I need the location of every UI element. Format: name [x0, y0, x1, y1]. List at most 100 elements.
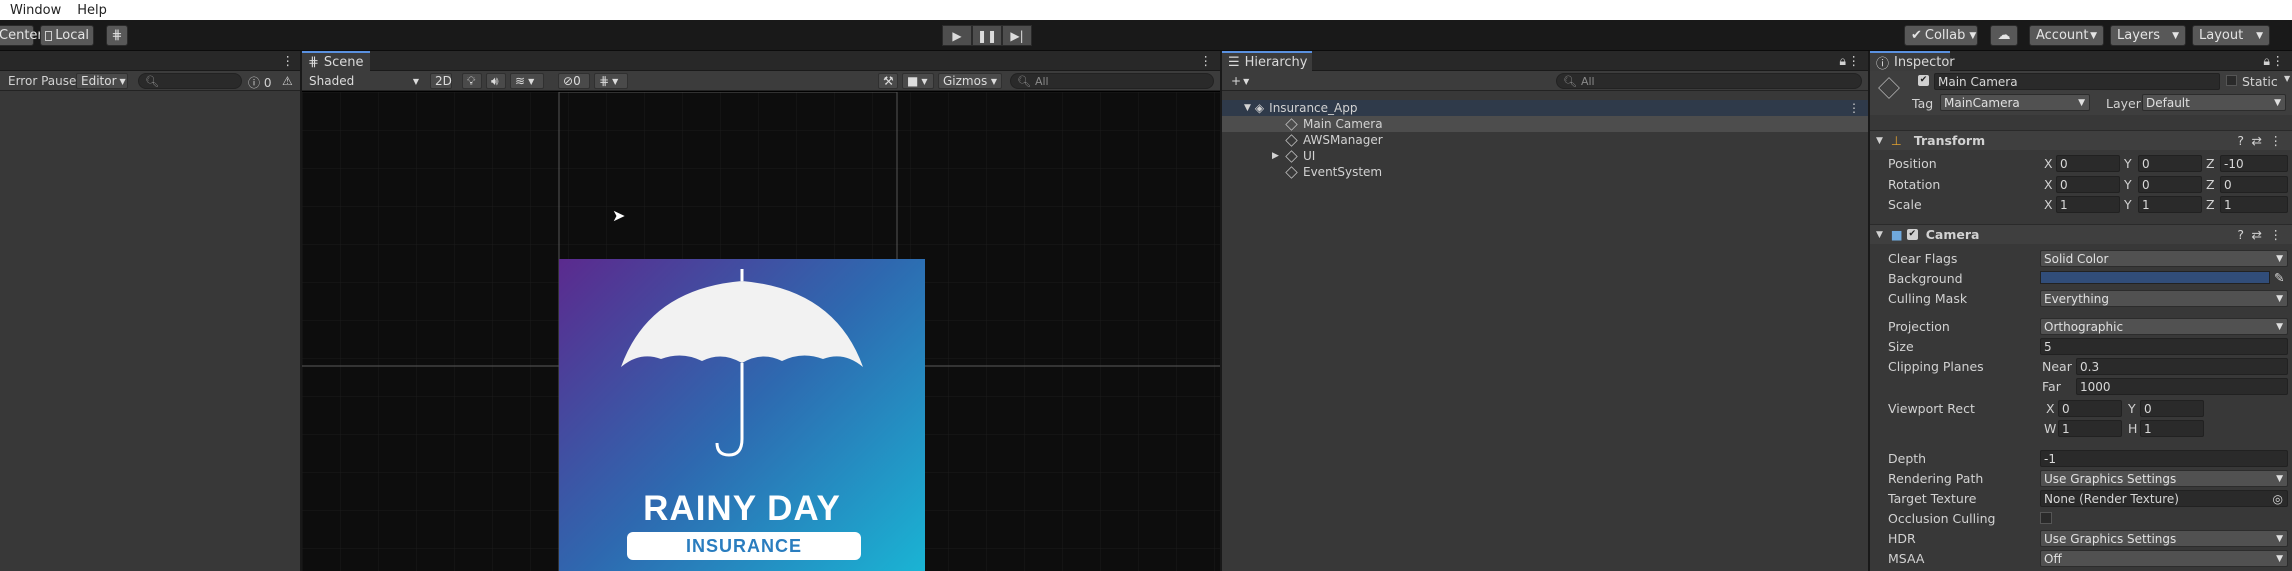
hierarchy-item[interactable]: EventSystem: [1222, 164, 1868, 180]
help-icon[interactable]: ?: [2237, 133, 2244, 148]
position-x-input[interactable]: 0: [2056, 155, 2120, 172]
hdr-dropdown[interactable]: Use Graphics Settings ▼: [2040, 530, 2288, 547]
layer-dropdown[interactable]: Default ▼: [2142, 94, 2286, 111]
shading-mode-dropdown[interactable]: Shaded ▼: [304, 73, 424, 89]
lock-icon[interactable]: 🔒︎: [2263, 53, 2270, 69]
hierarchy-item[interactable]: AWSManager: [1222, 132, 1868, 148]
more-menu-icon[interactable]: ⋮: [2272, 53, 2285, 68]
eyedropper-icon[interactable]: ✎: [2274, 270, 2284, 285]
scale-x-input[interactable]: 1: [2056, 196, 2120, 213]
rotation-z-input[interactable]: 0: [2220, 176, 2288, 193]
tab-inspector[interactable]: ⓘ Inspector: [1870, 51, 1955, 72]
near-input[interactable]: 0.3: [2076, 358, 2288, 375]
cloud-button[interactable]: ☁: [1990, 25, 2018, 46]
tag-dropdown[interactable]: MainCamera ▼: [1940, 94, 2090, 111]
editor-dropdown[interactable]: Editor ▼: [76, 73, 128, 89]
more-menu-icon[interactable]: ⋮: [1848, 101, 1860, 115]
layers-dropdown[interactable]: Layers ▼: [2110, 25, 2186, 46]
main-toolbar: Center Local ⋕ ▶ ❚❚ ▶| ✔ Collab ▼ ☁ Accoun…: [0, 20, 2292, 51]
target-texture-field[interactable]: None (Render Texture) ◎: [2040, 490, 2288, 507]
play-button[interactable]: ▶: [942, 25, 972, 46]
help-icon[interactable]: ?: [2237, 227, 2244, 242]
pause-button[interactable]: ❚❚: [972, 25, 1002, 46]
step-button[interactable]: ▶|: [1002, 25, 1032, 46]
layout-dropdown[interactable]: Layout ▼: [2192, 25, 2270, 46]
more-menu-icon[interactable]: ⋮: [2270, 133, 2283, 148]
tab-scene[interactable]: ⋕ Scene: [302, 51, 370, 71]
menu-help[interactable]: Help: [77, 3, 107, 18]
inspector-tabbar: ⓘ Inspector 🔒︎ ⋮: [1870, 51, 2292, 72]
hierarchy-tree: ▼ ◈ Insurance_App ⋮ Main Camera AWSManag…: [1222, 92, 1868, 571]
object-name-input[interactable]: Main Camera: [1934, 73, 2220, 90]
more-menu-icon[interactable]: ⋮: [1200, 53, 1213, 68]
viewport-x-input[interactable]: 0: [2058, 400, 2122, 417]
transform-header[interactable]: ▼ ⊥ Transform ? ⇄ ⋮: [1870, 130, 2292, 150]
rotation-x-input[interactable]: 0: [2056, 176, 2120, 193]
scale-z-input[interactable]: 1: [2220, 196, 2288, 213]
gizmos-dropdown[interactable]: Gizmos ▼: [938, 73, 1002, 89]
collab-dropdown[interactable]: ✔ Collab ▼: [1904, 25, 1978, 46]
camera-dropdown[interactable]: ■ ▼: [902, 73, 934, 89]
scale-y-input[interactable]: 1: [2138, 196, 2202, 213]
static-checkbox[interactable]: [2226, 75, 2237, 86]
inspector-tab-label: Inspector: [1894, 54, 1955, 70]
account-dropdown[interactable]: Account ▼: [2029, 25, 2104, 46]
preset-icon[interactable]: ⇄: [2252, 227, 2262, 242]
clear-flags-dropdown[interactable]: Solid Color ▼: [2040, 250, 2288, 267]
z-label: Z: [2206, 156, 2215, 171]
pivot-center-button[interactable]: Center: [0, 25, 43, 46]
message-count[interactable]: ⓘ 0: [248, 74, 271, 91]
menu-window[interactable]: Window: [10, 3, 61, 18]
scene-root-row[interactable]: ▼ ◈ Insurance_App ⋮: [1222, 100, 1868, 116]
caret-down-icon: ▼: [2276, 534, 2283, 544]
tab-hierarchy[interactable]: ☰ Hierarchy: [1222, 51, 1312, 71]
grid-snap-button[interactable]: ⋕: [106, 25, 128, 46]
preset-icon[interactable]: ⇄: [2252, 133, 2262, 148]
camera-header[interactable]: ▼ ■ ✔ Camera ? ⇄ ⋮: [1870, 224, 2292, 244]
camera-enabled-checkbox[interactable]: ✔: [1906, 229, 1918, 240]
viewport-w-input[interactable]: 1: [2058, 420, 2122, 437]
hierarchy-item[interactable]: Main Camera: [1222, 116, 1868, 132]
pivot-local-button[interactable]: Local: [40, 25, 94, 46]
depth-input[interactable]: -1: [2040, 450, 2288, 467]
position-z-input[interactable]: -10: [2220, 155, 2288, 172]
banner-subtitle: INSURANCE: [627, 532, 861, 560]
scene-viewport[interactable]: RAINY DAY INSURANCE ➤: [302, 92, 1220, 571]
2d-toggle[interactable]: 2D: [430, 73, 452, 89]
grid-dropdown[interactable]: ⋕ ▼: [594, 73, 628, 89]
effects-dropdown[interactable]: ≋ ▼: [510, 73, 544, 89]
projection-dropdown[interactable]: Orthographic ▼: [2040, 318, 2288, 335]
size-input[interactable]: 5: [2040, 338, 2288, 355]
hierarchy-item[interactable]: ▶ UI: [1222, 148, 1868, 164]
warning-icon[interactable]: ⚠: [282, 74, 293, 88]
hierarchy-search-input[interactable]: 🔍︎ All: [1556, 73, 1862, 89]
active-checkbox[interactable]: ✔: [1918, 75, 1929, 86]
culling-mask-dropdown[interactable]: Everything ▼: [2040, 290, 2288, 307]
value: -10: [2224, 156, 2244, 171]
viewport-h-input[interactable]: 1: [2140, 420, 2204, 437]
position-y-input[interactable]: 0: [2138, 155, 2202, 172]
rendering-path-dropdown[interactable]: Use Graphics Settings ▼: [2040, 470, 2288, 487]
occlusion-culling-checkbox[interactable]: [2040, 512, 2052, 524]
collab-label: Collab: [1924, 28, 1966, 43]
console-search-input[interactable]: 🔍︎: [138, 73, 242, 89]
more-menu-icon[interactable]: ⋮: [2270, 227, 2283, 242]
rotation-y-input[interactable]: 0: [2138, 176, 2202, 193]
scene-search-input[interactable]: 🔍︎ All: [1010, 73, 1214, 89]
object-picker-icon[interactable]: ◎: [2273, 492, 2283, 506]
caret-down-icon[interactable]: ▼: [2284, 74, 2290, 83]
audio-toggle[interactable]: 🔊︎: [486, 73, 506, 89]
tools-button[interactable]: ⚒: [878, 73, 898, 89]
lock-icon[interactable]: 🔒︎: [1839, 53, 1846, 69]
msaa-dropdown[interactable]: Off ▼: [2040, 550, 2288, 567]
more-menu-icon[interactable]: ⋮: [282, 53, 295, 68]
background-color-field[interactable]: [2040, 271, 2270, 284]
more-menu-icon[interactable]: ⋮: [1848, 53, 1861, 68]
scene-visibility-toggle[interactable]: ⊘ 0: [558, 73, 590, 89]
far-input[interactable]: 1000: [2076, 378, 2288, 395]
error-pause-button[interactable]: Error Pause: [8, 74, 76, 88]
lighting-toggle[interactable]: 💡︎: [462, 73, 482, 89]
search-icon: 🔍︎: [1563, 74, 1577, 88]
create-dropdown[interactable]: + ▼: [1226, 73, 1254, 89]
viewport-y-input[interactable]: 0: [2140, 400, 2204, 417]
